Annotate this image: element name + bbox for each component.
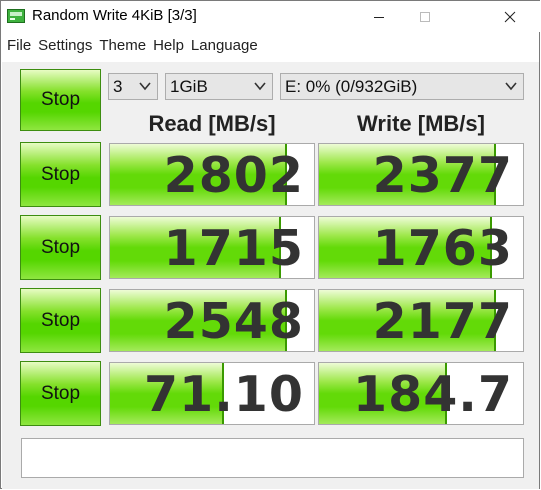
test-count-value: 3 xyxy=(113,77,123,96)
stop-button[interactable]: Stop xyxy=(20,361,101,426)
write-value: 2177 xyxy=(372,293,513,350)
maximize-button[interactable] xyxy=(402,1,448,32)
read-meter: 2802 xyxy=(109,143,315,206)
chevron-down-icon xyxy=(254,82,266,91)
stop-button[interactable]: Stop xyxy=(20,142,101,207)
app-window: Random Write 4KiB [3/3] File Settings Th… xyxy=(0,0,540,489)
read-value: 71.10 xyxy=(144,366,304,423)
write-value: 2377 xyxy=(372,147,513,204)
menu-theme[interactable]: Theme xyxy=(96,34,150,58)
write-meter: 184.7 xyxy=(318,362,524,425)
menu-bar: File Settings Theme Help Language xyxy=(1,34,262,58)
menu-settings[interactable]: Settings xyxy=(35,34,96,58)
title-bar[interactable]: Random Write 4KiB [3/3] xyxy=(1,1,540,32)
stop-button[interactable]: Stop xyxy=(20,288,101,353)
write-meter: 1763 xyxy=(318,216,524,279)
write-value: 184.7 xyxy=(353,366,513,423)
read-value: 2802 xyxy=(163,147,304,204)
chevron-down-icon xyxy=(505,82,517,91)
read-value: 1715 xyxy=(163,220,304,277)
read-value: 2548 xyxy=(163,293,304,350)
close-icon xyxy=(504,11,516,22)
write-meter: 2177 xyxy=(318,289,524,352)
write-value: 1763 xyxy=(372,220,513,277)
read-column-header: Read [MB/s] xyxy=(148,111,276,136)
maximize-icon xyxy=(420,11,430,22)
minimize-icon xyxy=(374,16,384,18)
drive-select[interactable]: E: 0% (0/932GiB) xyxy=(280,73,524,100)
stop-button[interactable]: Stop xyxy=(20,215,101,280)
window-title: Random Write 4KiB [3/3] xyxy=(32,7,197,24)
minimize-button[interactable] xyxy=(356,1,402,32)
read-meter: 71.10 xyxy=(109,362,315,425)
close-button[interactable] xyxy=(487,1,533,32)
write-column-header: Write [MB/s] xyxy=(357,111,485,136)
chevron-down-icon xyxy=(139,82,151,91)
stop-all-button[interactable]: Stop xyxy=(20,69,101,131)
read-meter: 1715 xyxy=(109,216,315,279)
benchmark-panel: Stop 3 1GiB E: 0% (0/932GiB) Read [MB/s]… xyxy=(2,62,539,489)
test-count-select[interactable]: 3 xyxy=(108,73,158,100)
test-size-select[interactable]: 1GiB xyxy=(165,73,273,100)
write-meter: 2377 xyxy=(318,143,524,206)
app-logo-icon xyxy=(7,9,25,23)
menu-file[interactable]: File xyxy=(1,34,35,58)
comment-input[interactable] xyxy=(21,438,524,478)
menu-help[interactable]: Help xyxy=(150,34,188,58)
menu-language[interactable]: Language xyxy=(188,34,262,58)
read-meter: 2548 xyxy=(109,289,315,352)
test-size-value: 1GiB xyxy=(170,77,208,96)
drive-value: E: 0% (0/932GiB) xyxy=(285,77,418,96)
